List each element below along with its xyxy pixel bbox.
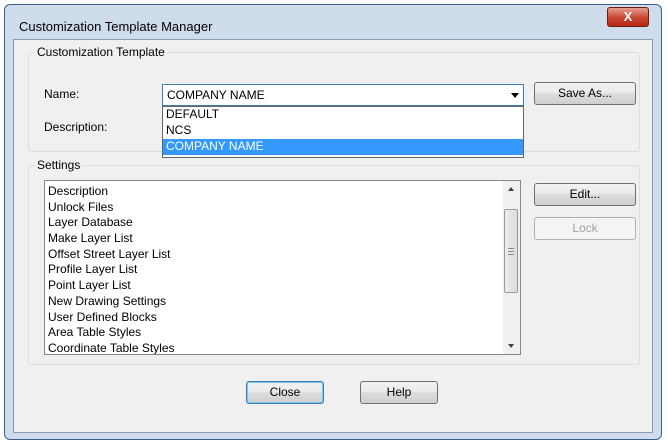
list-item[interactable]: Area Table Styles — [48, 325, 175, 341]
template-name-dropdown-list: DEFAULT NCS COMPANY NAME — [162, 106, 524, 158]
list-item[interactable]: Offset Street Layer List — [48, 247, 175, 263]
list-item[interactable]: Profile Layer List — [48, 262, 175, 278]
template-name-combobox[interactable]: COMPANY NAME — [162, 84, 524, 106]
arrow-down-icon[interactable] — [503, 337, 520, 354]
grip-line-icon — [508, 251, 514, 252]
description-label: Description: — [44, 120, 108, 134]
list-item[interactable]: Point Layer List — [48, 278, 175, 294]
name-label: Name: — [44, 87, 80, 101]
scrollbar-thumb[interactable] — [504, 209, 518, 293]
title-bar: Customization Template Manager X — [5, 5, 661, 39]
settings-listbox[interactable]: Description Unlock Files Layer Database … — [44, 180, 521, 355]
edit-button[interactable]: Edit... — [534, 183, 636, 206]
list-item[interactable]: Make Layer List — [48, 231, 175, 247]
arrow-up-icon[interactable] — [503, 181, 520, 198]
vertical-scrollbar[interactable] — [503, 181, 520, 354]
window-title: Customization Template Manager — [19, 19, 213, 34]
list-item[interactable]: User Defined Blocks — [48, 310, 175, 326]
template-name-value: COMPANY NAME — [167, 88, 265, 102]
dialog-client-area: Customization Template Name: Description… — [13, 39, 653, 433]
chevron-down-icon[interactable] — [511, 93, 519, 98]
grip-line-icon — [508, 248, 514, 249]
list-item[interactable]: New Drawing Settings — [48, 294, 175, 310]
customization-template-group-label: Customization Template — [35, 45, 167, 59]
help-button[interactable]: Help — [360, 381, 438, 404]
list-item[interactable]: Coordinate Table Styles — [48, 341, 175, 354]
dropdown-option-default[interactable]: DEFAULT — [163, 107, 523, 123]
grip-line-icon — [508, 254, 514, 255]
save-as-button[interactable]: Save As... — [534, 82, 636, 105]
settings-list-items: Description Unlock Files Layer Database … — [48, 184, 175, 354]
lock-button[interactable]: Lock — [534, 217, 636, 240]
list-item[interactable]: Description — [48, 184, 175, 200]
settings-group-label: Settings — [35, 158, 83, 172]
dialog-window: Customization Template Manager X Customi… — [4, 4, 662, 440]
close-window-button[interactable]: X — [607, 7, 649, 27]
close-button[interactable]: Close — [246, 381, 324, 404]
list-item[interactable]: Unlock Files — [48, 200, 175, 216]
list-item[interactable]: Layer Database — [48, 215, 175, 231]
dropdown-option-company-name[interactable]: COMPANY NAME — [163, 139, 523, 155]
dropdown-option-ncs[interactable]: NCS — [163, 123, 523, 139]
